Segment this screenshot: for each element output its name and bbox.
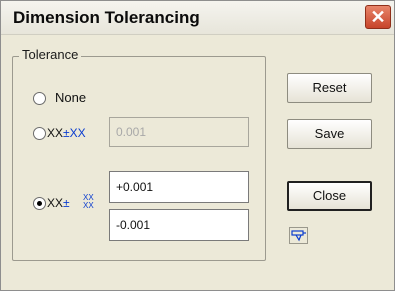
close-button[interactable]: Close (287, 181, 372, 211)
radio-asymmetric[interactable] (33, 197, 46, 210)
dimension-tolerancing-dialog: Dimension Tolerancing ✕ Tolerance None X… (0, 0, 395, 291)
lower-tolerance-field[interactable] (109, 209, 249, 241)
tolerance-legend: Tolerance (19, 47, 82, 62)
symmetric-tolerance-field[interactable] (109, 117, 249, 147)
radio-none[interactable] (33, 92, 46, 105)
reset-button[interactable]: Reset (287, 73, 372, 103)
window-title: Dimension Tolerancing (13, 8, 200, 27)
upper-tolerance-field[interactable] (109, 171, 249, 203)
pen-tool-icon[interactable] (289, 227, 308, 244)
close-window-button[interactable]: ✕ (365, 5, 391, 29)
radio-symmetric[interactable] (33, 127, 46, 140)
radio-symmetric-label: XX±XX (47, 126, 86, 140)
radio-none-label: None (55, 90, 87, 105)
radio-asymmetric-label: XX± (47, 196, 70, 210)
close-icon: ✕ (370, 7, 386, 27)
save-button[interactable]: Save (287, 119, 372, 149)
title-bar: Dimension Tolerancing ✕ (1, 1, 394, 35)
asymmetric-stack-label: XX XX (83, 193, 94, 210)
